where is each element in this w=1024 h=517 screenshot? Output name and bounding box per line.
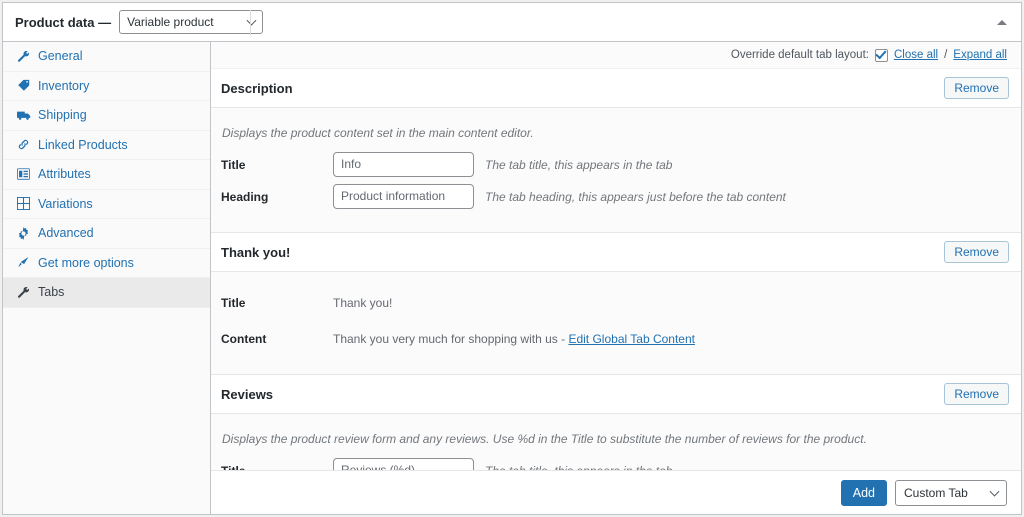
sidebar-item-label: Inventory <box>38 78 90 93</box>
tab-block-body: Displays the product content set in the … <box>211 108 1021 232</box>
remove-button[interactable]: Remove <box>944 77 1009 99</box>
field-label: Content <box>221 331 267 346</box>
override-checkbox[interactable] <box>874 48 888 62</box>
caret-up-icon <box>997 19 1007 25</box>
remove-button[interactable]: Remove <box>944 383 1009 405</box>
wrench-icon <box>16 285 31 300</box>
sidebar-item-linked-products[interactable]: Linked Products <box>3 130 210 160</box>
tab-block-body: Title Thank you! Content Thank you very … <box>211 272 1021 374</box>
heading-input[interactable]: Product information <box>333 184 474 209</box>
sidebar-item-attributes[interactable]: Attributes <box>3 160 210 190</box>
edit-global-tab-content-link[interactable]: Edit Global Tab Content <box>568 332 695 346</box>
sidebar-item-label: Advanced <box>38 226 94 241</box>
tab-block-description-text: Displays the product content set in the … <box>222 126 534 140</box>
sidebar-item-get-more-options[interactable]: Get more options <box>3 248 210 278</box>
tab-type-select[interactable]: Custom Tab <box>895 479 1007 506</box>
sidebar-item-label: General <box>38 49 83 64</box>
tab-block-header[interactable]: Thank you! Remove <box>211 233 1021 272</box>
add-button[interactable]: Add <box>840 479 887 506</box>
chevron-down-icon <box>989 486 1000 497</box>
content-text: Thank you very much for shopping with us… <box>333 331 569 346</box>
tab-type-value: Custom Tab <box>904 485 968 500</box>
field-label: Title <box>221 157 246 172</box>
tab-block-description-text: Displays the product review form and any… <box>222 432 867 446</box>
wrench-icon <box>16 49 31 64</box>
chevron-down-icon <box>246 15 257 26</box>
field-row-title: Title Info The tab title, this appears i… <box>221 152 1011 177</box>
sidebar-item-general[interactable]: General <box>3 42 210 72</box>
override-default-tab-layout-bar: Override default tab layout: Close all /… <box>211 42 1021 69</box>
field-hint: The tab title, this appears in the tab <box>485 157 673 172</box>
tab-block-header[interactable]: Reviews Remove <box>211 375 1021 414</box>
tabs-footer: Add Custom Tab <box>211 470 1021 514</box>
tab-block-title: Description <box>221 80 293 96</box>
link-icon <box>16 137 31 152</box>
sidebar-item-label: Linked Products <box>38 137 128 152</box>
field-label: Title <box>221 295 246 310</box>
product-data-panel: Product data — Variable product General <box>2 2 1022 515</box>
sidebar-item-label: Tabs <box>38 285 65 300</box>
close-all-link[interactable]: Close all <box>894 49 938 61</box>
tab-block-description: Description Remove Displays the product … <box>211 69 1021 233</box>
grid-icon <box>16 196 31 211</box>
tab-block-title: Reviews <box>221 386 274 402</box>
sidebar-item-advanced[interactable]: Advanced <box>3 219 210 249</box>
links-separator: / <box>944 49 948 61</box>
field-hint: The tab heading, this appears just befor… <box>485 189 786 204</box>
tabs-content-area: Override default tab layout: Close all /… <box>211 42 1021 514</box>
panel-body: General Inventory Shipping Linked Produc… <box>3 42 1021 514</box>
tab-blocks-scroll-area[interactable]: Description Remove Displays the product … <box>211 69 1021 507</box>
field-row-content: Content Thank you very much for shopping… <box>221 326 1011 351</box>
field-row-title: Title Thank you! <box>221 290 1011 315</box>
sidebar-item-tabs[interactable]: Tabs <box>3 278 210 308</box>
panel-header: Product data — Variable product <box>3 3 1021 42</box>
tab-block-header[interactable]: Description Remove <box>211 69 1021 108</box>
tab-block-title: Thank you! <box>221 244 291 260</box>
tag-icon <box>16 78 31 93</box>
header-divider <box>250 10 251 35</box>
sidebar-item-label: Variations <box>38 196 93 211</box>
product-data-sidebar: General Inventory Shipping Linked Produc… <box>3 42 211 514</box>
truck-icon <box>16 108 31 123</box>
list-icon <box>16 167 31 182</box>
field-label: Heading <box>221 189 269 204</box>
field-row-heading: Heading Product information The tab head… <box>221 184 1011 209</box>
sidebar-item-variations[interactable]: Variations <box>3 189 210 219</box>
sidebar-item-label: Attributes <box>38 167 91 182</box>
remove-button[interactable]: Remove <box>944 241 1009 263</box>
title-input[interactable]: Info <box>333 152 474 177</box>
sidebar-item-label: Get more options <box>38 255 134 270</box>
override-label: Override default tab layout: <box>730 49 869 61</box>
product-type-value: Variable product <box>127 15 214 29</box>
page-title: Product data — <box>15 14 112 30</box>
content-value: Thank you very much for shopping with us… <box>333 332 1011 346</box>
sidebar-item-inventory[interactable]: Inventory <box>3 71 210 101</box>
product-type-select[interactable]: Variable product <box>119 10 264 34</box>
expand-all-link[interactable]: Expand all <box>953 49 1007 61</box>
sidebar-item-shipping[interactable]: Shipping <box>3 101 210 131</box>
sidebar-item-label: Shipping <box>38 108 87 123</box>
title-value: Thank you! <box>333 295 393 310</box>
megaphone-icon <box>16 255 31 270</box>
gear-icon <box>16 226 31 241</box>
tab-block-thank-you: Thank you! Remove Title Thank you! Conte… <box>211 233 1021 375</box>
panel-collapse-toggle[interactable] <box>993 13 1011 31</box>
